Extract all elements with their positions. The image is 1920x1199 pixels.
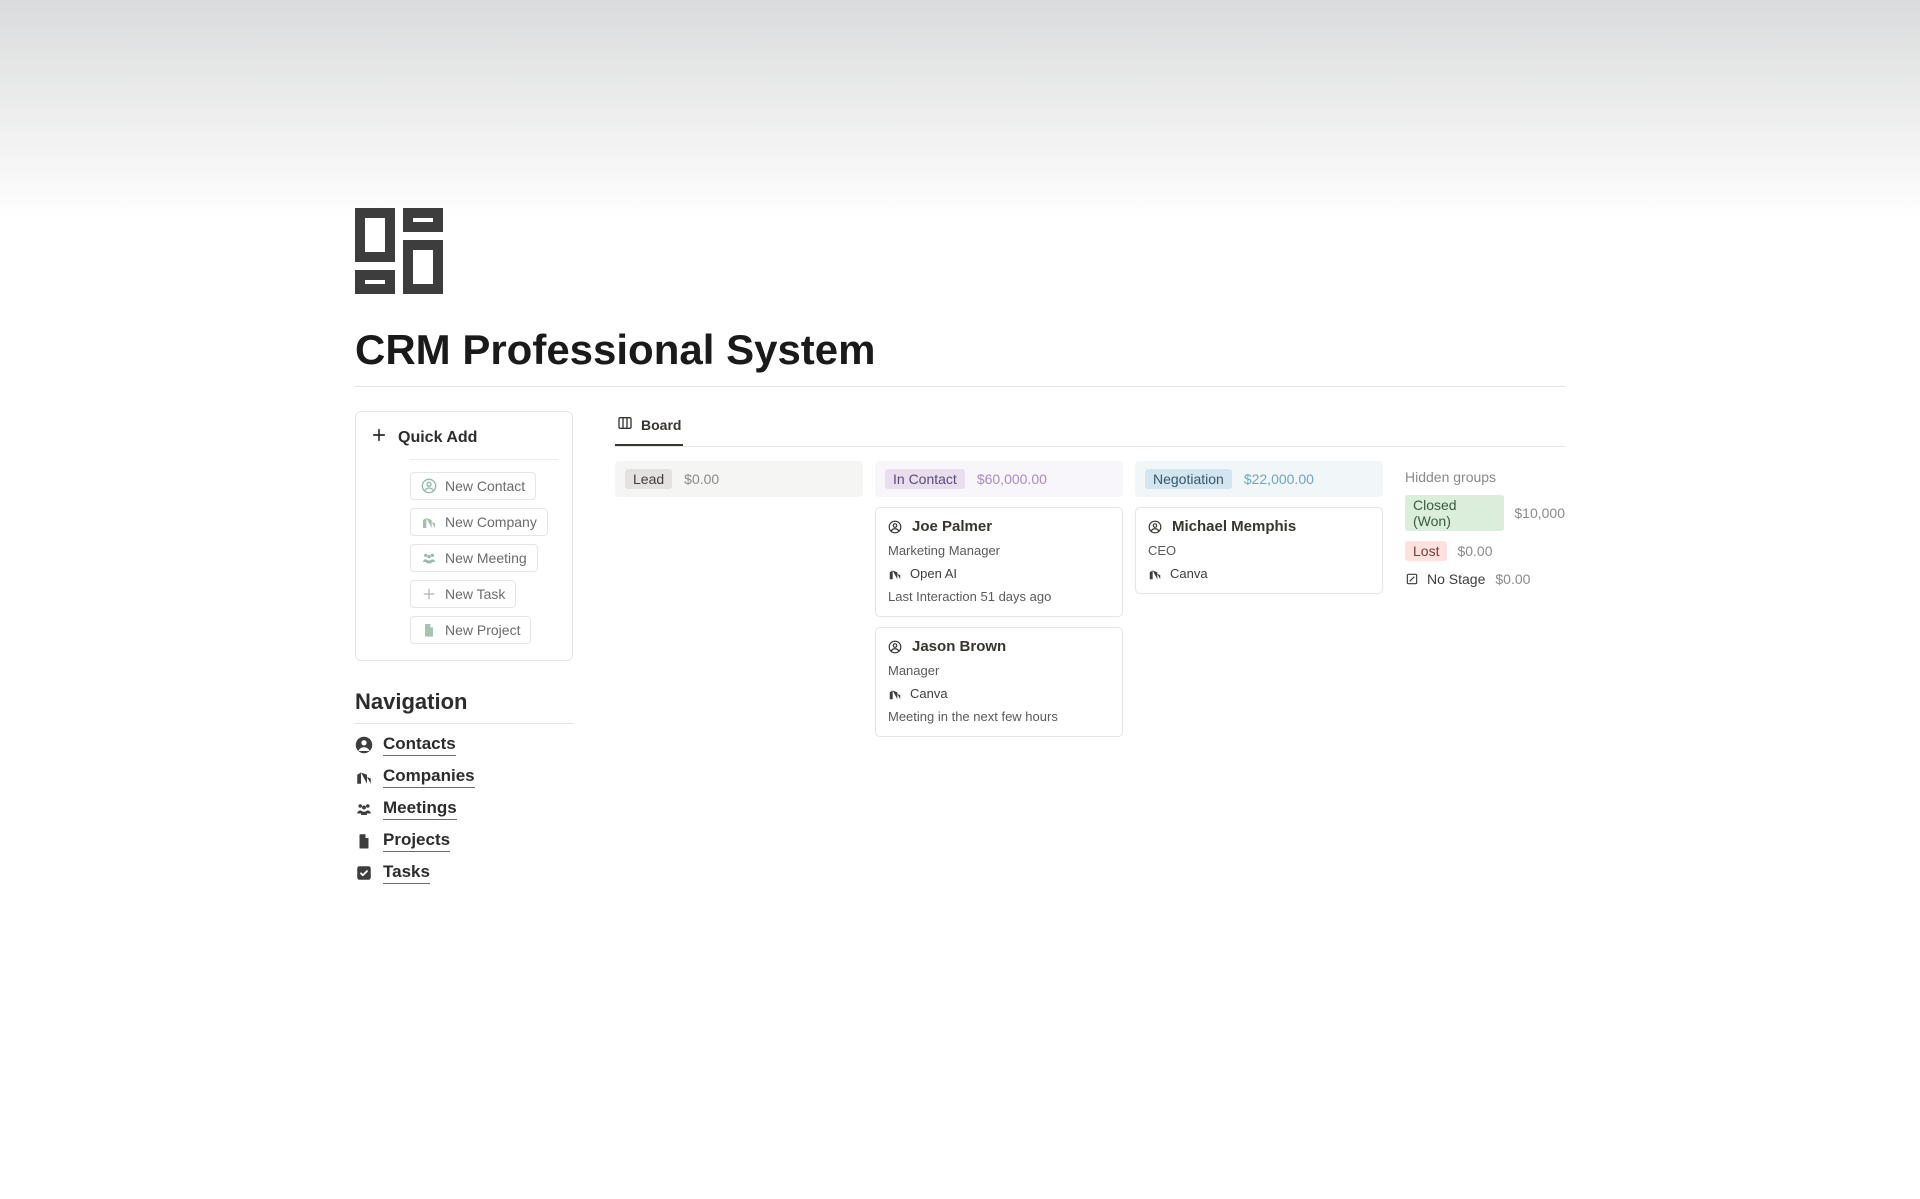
button-label: New Company <box>445 514 537 530</box>
nav-label: Tasks <box>383 862 430 884</box>
quick-add-panel: Quick Add New Contact New Company New Me… <box>355 411 573 661</box>
column-header[interactable]: Lead $0.00 <box>615 461 863 497</box>
card-meta: Meeting in the next few hours <box>888 709 1110 724</box>
nav-projects[interactable]: Projects <box>355 830 573 852</box>
column-lead: Lead $0.00 <box>615 461 863 497</box>
card-company: Open AI <box>910 566 957 581</box>
quick-add-heading: Quick Add <box>398 429 477 447</box>
button-label: New Contact <box>445 478 525 494</box>
nav-meetings[interactable]: Meetings <box>355 798 573 820</box>
card-name: Jason Brown <box>912 638 1006 655</box>
stage-amount: $0.00 <box>684 471 719 487</box>
contact-card[interactable]: Joe Palmer Marketing Manager Open AI Las… <box>875 507 1123 617</box>
divider <box>355 386 1565 387</box>
page-icon <box>355 208 1565 294</box>
tab-label: Board <box>641 417 681 433</box>
new-project-button[interactable]: New Project <box>410 616 531 644</box>
card-role: Manager <box>888 663 1110 678</box>
stage-amount: $0.00 <box>1495 571 1530 587</box>
nav-contacts[interactable]: Contacts <box>355 734 573 756</box>
card-name: Michael Memphis <box>1172 518 1296 535</box>
stage-pill: In Contact <box>885 469 965 489</box>
contact-card[interactable]: Michael Memphis CEO Canva <box>1135 507 1383 594</box>
column-header[interactable]: Negotiation $22,000.00 <box>1135 461 1383 497</box>
nav-label: Contacts <box>383 734 456 756</box>
nav-label: Companies <box>383 766 475 788</box>
stage-amount: $22,000.00 <box>1244 471 1314 487</box>
stage-pill: Lost <box>1405 541 1447 561</box>
building-icon <box>888 687 902 701</box>
board-icon <box>617 415 633 434</box>
hidden-group-lost[interactable]: Lost $0.00 <box>1405 541 1565 561</box>
column-header[interactable]: In Contact $60,000.00 <box>875 461 1123 497</box>
card-name: Joe Palmer <box>912 518 992 535</box>
building-icon <box>888 567 902 581</box>
navigation-heading: Navigation <box>355 689 573 715</box>
nav-label: Projects <box>383 830 450 852</box>
hidden-groups-title: Hidden groups <box>1405 469 1565 485</box>
user-icon <box>888 640 902 654</box>
view-tabs: Board <box>615 411 1565 447</box>
contact-card[interactable]: Jason Brown Manager Canva Meeting in the… <box>875 627 1123 737</box>
nav-companies[interactable]: Companies <box>355 766 573 788</box>
stage-pill: Lead <box>625 469 672 489</box>
stage-label: No Stage <box>1427 571 1485 587</box>
empty-icon <box>1405 572 1419 586</box>
hidden-groups: Hidden groups Closed (Won) $10,000 Lost … <box>1395 461 1565 597</box>
plus-icon <box>370 426 388 449</box>
card-company: Canva <box>1170 566 1208 581</box>
sidebar: Quick Add New Contact New Company New Me… <box>355 411 573 884</box>
hidden-group-won[interactable]: Closed (Won) $10,000 <box>1405 495 1565 531</box>
stage-amount: $0.00 <box>1457 543 1492 559</box>
task-icon <box>355 864 373 882</box>
button-label: New Task <box>445 586 505 602</box>
card-role: Marketing Manager <box>888 543 1110 558</box>
tab-board[interactable]: Board <box>615 411 683 446</box>
card-meta: Last Interaction 51 days ago <box>888 589 1110 604</box>
user-icon <box>888 520 902 534</box>
page-title: CRM Professional System <box>355 326 1565 374</box>
button-label: New Meeting <box>445 550 527 566</box>
building-icon <box>1148 567 1162 581</box>
kanban-board: Lead $0.00 In Contact $60,000.00 Joe Pal… <box>615 461 1565 737</box>
nav-tasks[interactable]: Tasks <box>355 862 573 884</box>
stage-pill: Closed (Won) <box>1405 495 1504 531</box>
hidden-group-nostage[interactable]: No Stage $0.00 <box>1405 571 1565 587</box>
nav-label: Meetings <box>383 798 457 820</box>
stage-amount: $10,000 <box>1514 505 1565 521</box>
stage-amount: $60,000.00 <box>977 471 1047 487</box>
stage-pill: Negotiation <box>1145 469 1232 489</box>
button-label: New Project <box>445 622 520 638</box>
column-negotiation: Negotiation $22,000.00 Michael Memphis C… <box>1135 461 1383 594</box>
card-role: CEO <box>1148 543 1370 558</box>
column-in-contact: In Contact $60,000.00 Joe Palmer Marketi… <box>875 461 1123 737</box>
card-company: Canva <box>910 686 948 701</box>
project-icon <box>421 622 437 638</box>
user-icon <box>1148 520 1162 534</box>
main-content: Board Lead $0.00 In Contact $60,000.00 <box>615 411 1565 737</box>
